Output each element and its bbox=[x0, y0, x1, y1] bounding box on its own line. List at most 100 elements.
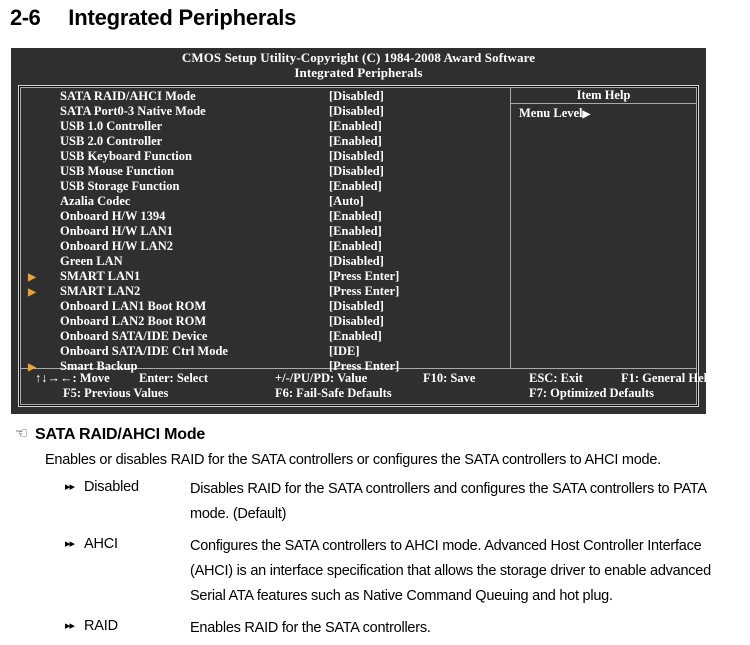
setting-label: USB Keyboard Function bbox=[60, 149, 192, 163]
setting-label: SATA RAID/AHCI Mode bbox=[60, 89, 196, 103]
setting-value[interactable]: [Disabled] bbox=[329, 299, 510, 314]
setting-value[interactable]: [Enabled] bbox=[329, 134, 510, 149]
submenu-arrow-icon: ▶ bbox=[28, 272, 36, 283]
setting-row[interactable]: USB 2.0 Controller [Enabled] bbox=[21, 134, 510, 149]
setting-row[interactable]: USB Keyboard Function [Disabled] bbox=[21, 149, 510, 164]
option-item: ▸▸ RAID Enables RAID for the SATA controll… bbox=[65, 616, 740, 641]
item-help-panel: Item Help Menu Level▶ bbox=[511, 88, 696, 368]
option-description: Enables RAID for the SATA controllers. bbox=[190, 620, 431, 636]
setting-label: Onboard H/W LAN1 bbox=[60, 224, 173, 238]
setting-row[interactable]: Onboard H/W LAN2 [Enabled] bbox=[21, 239, 510, 254]
setting-label: USB Mouse Function bbox=[60, 164, 174, 178]
bios-setup-screen: CMOS Setup Utility-Copyright (C) 1984-20… bbox=[11, 48, 714, 414]
double-arrow-icon: ▸▸ bbox=[65, 481, 75, 493]
setting-value[interactable]: [Press Enter] bbox=[329, 269, 510, 284]
setting-row[interactable]: Onboard SATA/IDE Ctrl Mode [IDE] bbox=[21, 344, 510, 359]
bios-page-name: Integrated Peripherals bbox=[294, 65, 423, 80]
description-section: ☞ SATA RAID/AHCI Mode Enables or disable… bbox=[10, 425, 740, 641]
setting-row[interactable]: Green LAN [Disabled] bbox=[21, 254, 510, 269]
menu-level-caret-icon: ▶ bbox=[582, 109, 591, 120]
key-f6-failsafe-defaults[interactable]: F6: Fail-Safe Defaults bbox=[275, 386, 529, 401]
setting-row[interactable]: Onboard SATA/IDE Device [Enabled] bbox=[21, 329, 510, 344]
description-heading: SATA RAID/AHCI Mode bbox=[35, 426, 206, 443]
setting-row[interactable]: Onboard LAN1 Boot ROM [Disabled] bbox=[21, 299, 510, 314]
submenu-arrow-icon: ▶ bbox=[28, 287, 36, 298]
setting-row[interactable]: USB 1.0 Controller [Enabled] bbox=[21, 119, 510, 134]
setting-value[interactable]: [Enabled] bbox=[329, 329, 510, 344]
setting-row[interactable]: USB Storage Function [Enabled] bbox=[21, 179, 510, 194]
bios-inner-frame: SATA RAID/AHCI Mode [Disabled] SATA Port0-… bbox=[20, 87, 714, 405]
setting-row[interactable]: Onboard LAN2 Boot ROM [Disabled] bbox=[21, 314, 510, 329]
setting-row[interactable]: ▶ SMART LAN2 [Press Enter] bbox=[21, 284, 510, 299]
setting-value[interactable]: [Disabled] bbox=[329, 254, 510, 269]
setting-label: Onboard LAN2 Boot ROM bbox=[60, 314, 207, 328]
setting-value[interactable]: [Disabled] bbox=[329, 89, 510, 104]
setting-label: Onboard H/W 1394 bbox=[60, 209, 166, 223]
key-f1-help[interactable]: F1: General Help bbox=[621, 371, 714, 386]
submenu-arrow-icon: ▶ bbox=[28, 362, 36, 373]
double-arrow-icon: ▸▸ bbox=[65, 538, 75, 550]
setting-value[interactable]: [Disabled] bbox=[329, 314, 510, 329]
setting-value[interactable]: [Disabled] bbox=[329, 104, 510, 119]
setting-value[interactable]: [Disabled] bbox=[329, 164, 510, 179]
option-item: ▸▸ Disabled Disables RAID for the SATA con… bbox=[65, 477, 740, 527]
setting-value[interactable]: [IDE] bbox=[329, 344, 510, 359]
setting-label: Smart Backup bbox=[60, 359, 138, 373]
double-arrow-icon: ▸▸ bbox=[65, 620, 75, 632]
setting-label: Onboard LAN1 Boot ROM bbox=[60, 299, 207, 313]
setting-value[interactable]: [Enabled] bbox=[329, 179, 510, 194]
setting-label: USB Storage Function bbox=[60, 179, 180, 193]
option-description: Disables RAID for the SATA controllers a… bbox=[190, 481, 706, 522]
key-f5-previous-values[interactable]: F5: Previous Values bbox=[21, 386, 275, 401]
setting-label: SMART LAN1 bbox=[60, 269, 141, 283]
page-title: Integrated Peripherals bbox=[68, 5, 297, 30]
item-help-title: Item Help bbox=[511, 88, 696, 104]
key-legend-row-2: F5: Previous Values F6: Fail-Safe Defaul… bbox=[21, 386, 696, 401]
setting-value[interactable]: [Disabled] bbox=[329, 149, 510, 164]
setting-row[interactable]: SATA RAID/AHCI Mode [Disabled] bbox=[21, 89, 510, 104]
setting-label: SMART LAN2 bbox=[60, 284, 141, 298]
key-esc-exit[interactable]: ESC: Exit bbox=[529, 371, 621, 386]
setting-label: Onboard H/W LAN2 bbox=[60, 239, 173, 253]
setting-value[interactable]: [Press Enter] bbox=[329, 359, 510, 374]
setting-label: Azalia Codec bbox=[60, 194, 131, 208]
setting-label: Onboard SATA/IDE Ctrl Mode bbox=[60, 344, 228, 358]
setting-value[interactable]: [Enabled] bbox=[329, 239, 510, 254]
bios-body: SATA RAID/AHCI Mode [Disabled] SATA Port0-… bbox=[21, 88, 696, 373]
page-number: 2-6 bbox=[10, 5, 41, 30]
pointing-hand-icon: ☞ bbox=[14, 425, 28, 442]
setting-row[interactable]: ▶ Smart Backup [Press Enter] bbox=[21, 359, 510, 374]
setting-row[interactable]: ▶ SMART LAN1 [Press Enter] bbox=[21, 269, 510, 284]
setting-row[interactable]: Onboard H/W LAN1 [Enabled] bbox=[21, 224, 510, 239]
bios-frame: SATA RAID/AHCI Mode [Disabled] SATA Port0-… bbox=[18, 85, 714, 407]
page-header: 2-6 Integrated Peripherals bbox=[10, 5, 296, 31]
setting-row[interactable]: Onboard H/W 1394 [Enabled] bbox=[21, 209, 510, 224]
setting-label: Green LAN bbox=[60, 254, 123, 268]
bios-title-bar: CMOS Setup Utility-Copyright (C) 1984-20… bbox=[11, 48, 706, 80]
bios-copyright-line: CMOS Setup Utility-Copyright (C) 1984-20… bbox=[181, 50, 536, 65]
setting-row[interactable]: USB Mouse Function [Disabled] bbox=[21, 164, 510, 179]
option-name: Disabled bbox=[84, 479, 139, 495]
option-name: RAID bbox=[84, 618, 118, 634]
setting-label: SATA Port0-3 Native Mode bbox=[60, 104, 206, 118]
option-description: Configures the SATA controllers to AHCI … bbox=[190, 538, 711, 604]
setting-label: Onboard SATA/IDE Device bbox=[60, 329, 208, 343]
item-help-body: Menu Level▶ bbox=[511, 104, 696, 368]
menu-level-label: Menu Level bbox=[519, 106, 583, 120]
key-f7-optimized-defaults[interactable]: F7: Optimized Defaults bbox=[529, 386, 696, 401]
menu-level-line: Menu Level▶ bbox=[519, 106, 696, 122]
setting-value[interactable]: [Enabled] bbox=[329, 119, 510, 134]
setting-label: USB 2.0 Controller bbox=[60, 134, 163, 148]
setting-value[interactable]: [Auto] bbox=[329, 194, 510, 209]
option-list: ▸▸ Disabled Disables RAID for the SATA con… bbox=[10, 477, 740, 641]
setting-label: USB 1.0 Controller bbox=[60, 119, 163, 133]
option-name: AHCI bbox=[84, 536, 118, 552]
description-intro: Enables or disables RAID for the SATA co… bbox=[45, 452, 661, 468]
description-heading-row: ☞ SATA RAID/AHCI Mode bbox=[10, 425, 740, 445]
setting-row[interactable]: SATA Port0-3 Native Mode [Disabled] bbox=[21, 104, 510, 119]
setting-row[interactable]: Azalia Codec [Auto] bbox=[21, 194, 510, 209]
option-item: ▸▸ AHCI Configures the SATA controllers to… bbox=[65, 534, 740, 609]
setting-value[interactable]: [Enabled] bbox=[329, 224, 510, 239]
setting-value[interactable]: [Press Enter] bbox=[329, 284, 510, 299]
setting-value[interactable]: [Enabled] bbox=[329, 209, 510, 224]
